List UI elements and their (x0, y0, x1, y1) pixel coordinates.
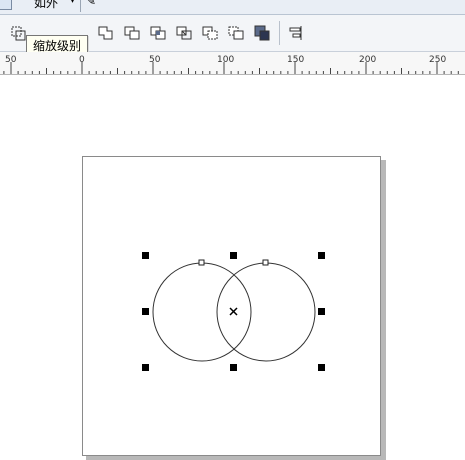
ruler-label: 150 (287, 55, 305, 65)
create-boundary-icon[interactable] (252, 23, 272, 43)
drawing-canvas[interactable] (0, 75, 465, 460)
circle-left[interactable] (152, 262, 252, 362)
ruler-label: 0 (79, 55, 85, 65)
circle-right[interactable] (216, 262, 316, 362)
node-handle[interactable] (198, 259, 205, 266)
intersect-icon[interactable] (148, 23, 168, 43)
object-label: 如外 (34, 0, 59, 10)
selection-handle-top-center[interactable] (230, 252, 237, 259)
ruler-label: 200 (359, 55, 377, 65)
selection-handle-middle-right[interactable] (318, 308, 325, 315)
front-minus-back-icon[interactable] (200, 23, 220, 43)
ruler-label: 50 (5, 55, 17, 65)
toolbar-separator (279, 21, 280, 45)
ruler-label: 100 (217, 55, 235, 65)
chevron-down-icon[interactable]: ▾ (70, 0, 75, 6)
drawing-layer (142, 252, 325, 371)
selection-handle-bottom-left[interactable] (142, 364, 149, 371)
selection-handle-top-right[interactable] (318, 252, 325, 259)
weld-icon[interactable] (96, 23, 116, 43)
ruler-label: 250 (429, 55, 447, 65)
shaping-toolbar: 缩放级别 (0, 15, 465, 57)
horizontal-ruler[interactable]: 50 0 50 100 150 200 250 (0, 52, 465, 75)
transform-icon[interactable] (8, 23, 28, 43)
selection-handle-middle-left[interactable] (142, 308, 149, 315)
dropdown-toggle[interactable] (0, 0, 12, 10)
node-handle[interactable] (262, 259, 269, 266)
edit-icon[interactable]: ✎ (86, 0, 96, 8)
separator (80, 0, 81, 12)
center-x-icon[interactable] (229, 307, 238, 316)
back-minus-front-icon[interactable] (226, 23, 246, 43)
selection-handle-bottom-right[interactable] (318, 364, 325, 371)
trim-icon[interactable] (122, 23, 142, 43)
simplify-icon[interactable] (174, 23, 194, 43)
selection-handle-top-left[interactable] (142, 252, 149, 259)
ruler-label: 50 (149, 55, 161, 65)
selection-handle-bottom-center[interactable] (230, 364, 237, 371)
property-bar-top: 如外 ▾ ✎ (0, 0, 465, 15)
align-distribute-icon[interactable] (286, 23, 306, 43)
